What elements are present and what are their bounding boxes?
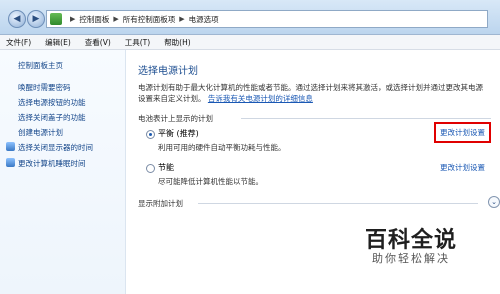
shield-icon [6, 142, 15, 151]
plan-power-saver-radio[interactable] [146, 164, 155, 173]
menu-edit[interactable]: 编辑(E) [45, 37, 71, 48]
breadcrumb-power-options[interactable]: 电源选项 [189, 14, 219, 25]
back-button[interactable]: ◀ [8, 10, 26, 28]
change-plan-settings-link-power-saver[interactable]: 更改计划设置 [440, 162, 485, 173]
breadcrumb-separator: ▶ [179, 15, 185, 23]
breadcrumb-separator: ▶ [70, 15, 76, 23]
sidebar-item-wake-password[interactable]: 唤醒时需要密码 [18, 82, 71, 93]
watermark-subtitle: 助你轻松解决 [372, 252, 450, 265]
forward-button[interactable]: ▶ [27, 10, 45, 28]
forward-arrow-icon: ▶ [32, 14, 40, 24]
sidebar: 控制面板主页 唤醒时需要密码 选择电源按钮的功能 选择关闭盖子的功能 创建电源计… [0, 50, 126, 294]
address-bar[interactable]: ▶ 控制面板 ▶ 所有控制面板项 ▶ 电源选项 [46, 10, 488, 28]
back-arrow-icon: ◀ [13, 14, 21, 24]
breadcrumb-control-panel[interactable]: 控制面板 [79, 14, 109, 25]
plan-description: 利用可用的硬件自动平衡功耗与性能。 [158, 143, 286, 152]
plan-name: 平衡 (推荐) [158, 129, 199, 138]
change-plan-settings-link-balanced[interactable]: 更改计划设置 [434, 122, 491, 143]
section-label: 电池表计上显示的计划 [138, 114, 213, 123]
page-title: 选择电源计划 [138, 66, 198, 77]
sidebar-item-control-panel-home[interactable]: 控制面板主页 [18, 60, 63, 71]
sidebar-item-label: 选择关闭显示器的时间 [18, 143, 93, 152]
plan-balanced-radio[interactable] [146, 130, 155, 139]
title-bar: ◀ ▶ ▶ 控制面板 ▶ 所有控制面板项 ▶ 电源选项 [0, 0, 500, 35]
shield-icon [6, 158, 15, 167]
menu-bar: 文件(F) 编辑(E) 查看(V) 工具(T) 帮助(H) [0, 35, 500, 50]
sidebar-item-power-button[interactable]: 选择电源按钮的功能 [18, 97, 86, 108]
breadcrumb-all-items[interactable]: 所有控制面板项 [123, 14, 176, 25]
menu-file[interactable]: 文件(F) [6, 37, 31, 48]
show-additional-plans[interactable]: 显示附加计划 [138, 198, 183, 209]
section-divider [241, 118, 491, 119]
breadcrumb-separator: ▶ [113, 15, 119, 23]
plan-name: 节能 [158, 163, 174, 172]
sidebar-item-label: 更改计算机睡眠时间 [18, 159, 86, 168]
menu-help[interactable]: 帮助(H) [164, 37, 191, 48]
control-panel-icon [50, 13, 62, 25]
sidebar-item-display-off[interactable]: 选择关闭显示器的时间 [6, 142, 93, 153]
power-plan-details-link[interactable]: 告诉我有关电源计划的详细信息 [208, 94, 313, 103]
sidebar-item-sleep-time[interactable]: 更改计算机睡眠时间 [6, 158, 86, 169]
page-description: 电源计划有助于最大化计算机的性能或者节能。通过选择计划来将其激活，或选择计划并通… [138, 82, 488, 104]
expand-chevron-icon[interactable]: ⌄ [488, 196, 500, 208]
menu-view[interactable]: 查看(V) [85, 37, 111, 48]
menu-tools[interactable]: 工具(T) [125, 37, 150, 48]
section-divider [198, 203, 478, 204]
plan-description: 尽可能降低计算机性能以节能。 [158, 177, 263, 186]
sidebar-item-lid-close[interactable]: 选择关闭盖子的功能 [18, 112, 86, 123]
sidebar-item-create-plan[interactable]: 创建电源计划 [18, 127, 63, 138]
